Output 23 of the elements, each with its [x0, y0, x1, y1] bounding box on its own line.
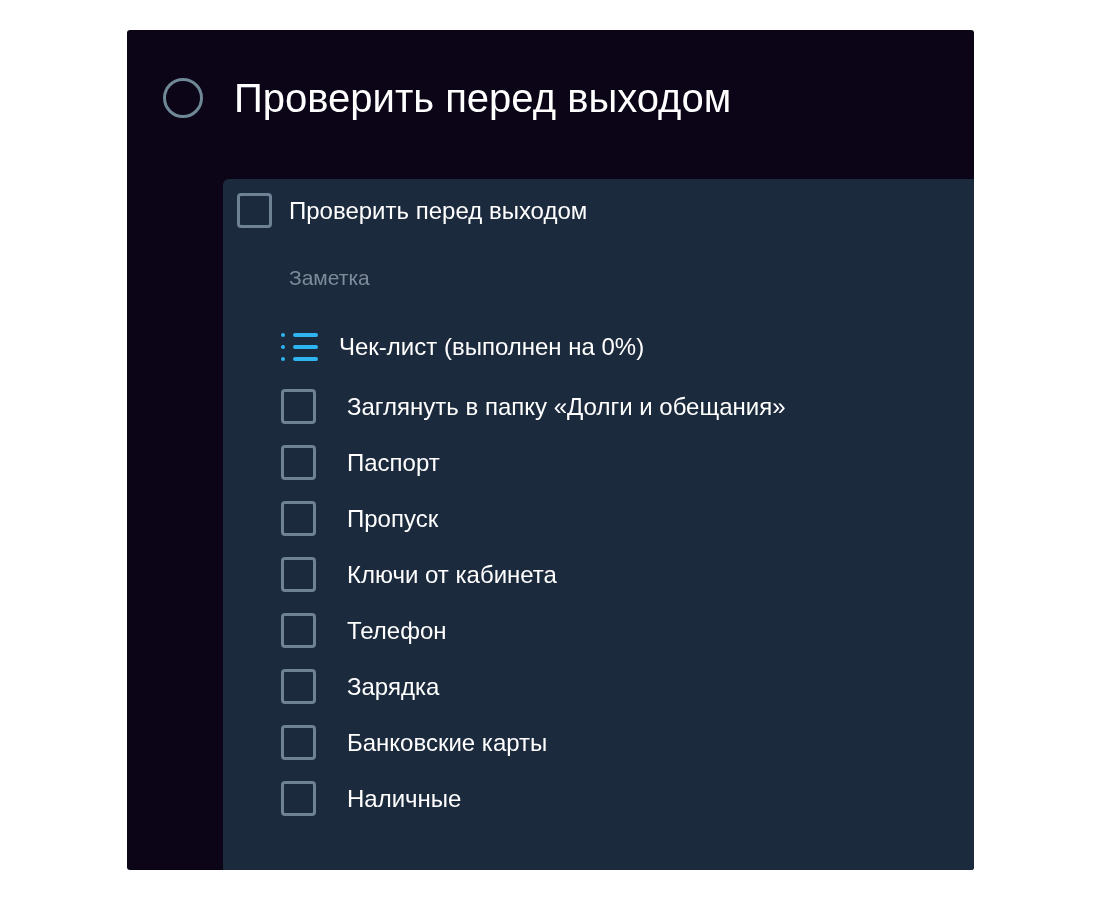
list-icon [281, 332, 318, 362]
checklist-item: Паспорт [347, 448, 440, 477]
card-title: Проверить перед выходом [289, 196, 588, 225]
checkbox[interactable] [281, 725, 316, 760]
checklist-item: Заглянуть в папку «Долги и обещания» [347, 392, 786, 421]
checkbox[interactable] [281, 501, 316, 536]
checkbox[interactable] [281, 669, 316, 704]
checkbox[interactable] [281, 389, 316, 424]
checkbox[interactable] [281, 445, 316, 480]
checklist-item: Пропуск [347, 504, 439, 533]
checklist-item: Банковские карты [347, 728, 548, 757]
complete-toggle[interactable] [163, 78, 203, 118]
checkbox[interactable] [281, 557, 316, 592]
checklist-item: Ключи от кабинета [347, 560, 557, 589]
checkbox[interactable] [237, 193, 272, 228]
checklist-title: Чек-лист (выполнен на 0%) [339, 333, 645, 361]
checklist-item: Зарядка [347, 672, 440, 701]
task-title: Проверить перед выходом [234, 75, 732, 121]
note-field[interactable]: Заметка [289, 266, 689, 290]
checkbox[interactable] [281, 781, 316, 816]
checklist-item: Наличные [347, 784, 462, 813]
checkbox[interactable] [281, 613, 316, 648]
checklist-item: Телефон [347, 616, 447, 645]
